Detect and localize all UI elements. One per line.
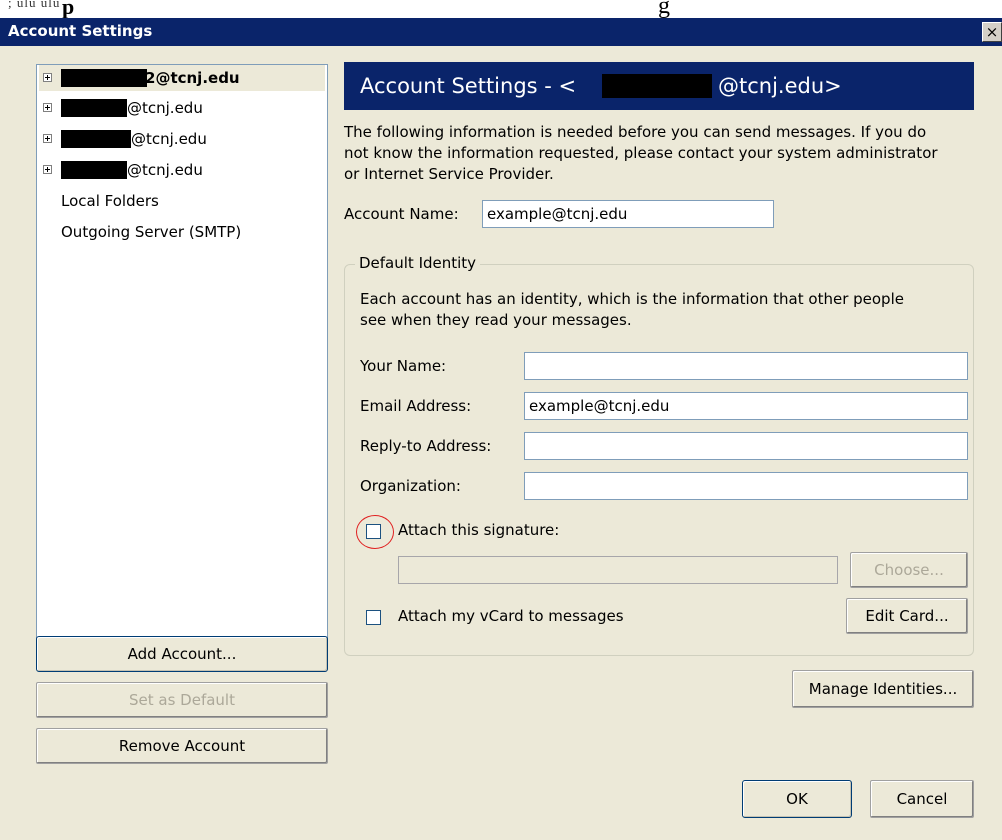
document-text-fragment: ; ulu ulu	[8, 0, 61, 10]
add-account-label: Add Account...	[127, 645, 237, 663]
expand-icon[interactable]	[43, 134, 52, 143]
signature-path-field[interactable]	[398, 556, 838, 584]
attach-signature-label: Attach this signature:	[398, 521, 560, 539]
manage-identities-button[interactable]: Manage Identities...	[792, 670, 974, 708]
redaction-bar	[61, 130, 131, 148]
tree-item-label: Outgoing Server (SMTP)	[61, 223, 242, 241]
redaction-bar	[61, 69, 147, 87]
account-name: @tcnj.edu	[127, 161, 203, 179]
remove-account-button[interactable]: Remove Account	[36, 728, 328, 764]
title-bar: Account Settings ×	[0, 18, 1002, 46]
account-name: @tcnj.edu	[131, 130, 207, 148]
tree-item-label: Local Folders	[61, 192, 159, 210]
account-name-label: Account Name:	[344, 205, 459, 223]
account-name: 2@tcnj.edu	[145, 69, 240, 87]
document-text-fragment: g	[658, 0, 670, 18]
panel-header: Account Settings - < @tcnj.edu>	[344, 62, 974, 110]
email-address-label: Email Address:	[360, 397, 472, 415]
info-text-line: The following information is needed befo…	[344, 123, 927, 141]
panel-header-prefix: Account Settings - <	[360, 74, 577, 98]
expand-icon[interactable]	[43, 73, 52, 82]
background-document-fragment: ; ulu ulu p g	[0, 0, 1002, 18]
panel-header-suffix: @tcnj.edu>	[718, 74, 842, 98]
document-text-fragment: p	[62, 0, 75, 18]
info-text-line: not know the information requested, plea…	[344, 144, 938, 162]
choose-button-label: Choose...	[874, 561, 944, 579]
redaction-bar	[61, 161, 127, 179]
redaction-bar	[602, 74, 712, 98]
window-title: Account Settings	[8, 22, 153, 40]
cancel-label: Cancel	[896, 790, 948, 808]
set-default-button[interactable]: Set as Default	[36, 682, 328, 718]
expand-icon[interactable]	[43, 165, 52, 174]
redaction-bar	[61, 99, 127, 117]
edit-card-button[interactable]: Edit Card...	[846, 598, 968, 634]
ok-button[interactable]: OK	[742, 780, 852, 818]
account-item-1[interactable]: 2@tcnj.edu	[39, 65, 325, 91]
reply-to-field[interactable]	[524, 432, 968, 460]
ok-label: OK	[786, 790, 808, 808]
choose-signature-button[interactable]: Choose...	[850, 552, 968, 588]
close-button[interactable]: ×	[982, 22, 1002, 42]
account-name: @tcnj.edu	[127, 99, 203, 117]
info-text-line: or Internet Service Provider.	[344, 165, 554, 183]
account-settings-dialog: Account Settings × 2@tcnj.edu @tcnj.edu …	[0, 18, 1002, 840]
attach-vcard-checkbox[interactable]	[366, 610, 381, 625]
cancel-button[interactable]: Cancel	[870, 780, 974, 818]
tree-item-outgoing-server[interactable]: Outgoing Server (SMTP)	[61, 219, 241, 245]
attach-signature-checkbox[interactable]	[366, 524, 381, 539]
your-name-field[interactable]	[524, 352, 968, 380]
organization-field[interactable]	[524, 472, 968, 500]
add-account-button[interactable]: Add Account...	[36, 636, 328, 672]
edit-card-label: Edit Card...	[865, 607, 949, 625]
expand-icon[interactable]	[43, 103, 52, 112]
identity-description-line: Each account has an identity, which is t…	[360, 290, 904, 308]
organization-label: Organization:	[360, 477, 461, 495]
account-tree[interactable]: 2@tcnj.edu @tcnj.edu @tcnj.edu @tcnj.edu…	[36, 64, 328, 644]
attach-vcard-label: Attach my vCard to messages	[398, 607, 624, 625]
email-address-field[interactable]	[524, 392, 968, 420]
identity-description-line: see when they read your messages.	[360, 311, 632, 329]
tree-item-local-folders[interactable]: Local Folders	[61, 188, 159, 214]
manage-identities-label: Manage Identities...	[808, 680, 958, 698]
account-name-field[interactable]	[482, 200, 774, 228]
group-legend: Default Identity	[355, 254, 481, 272]
reply-to-label: Reply-to Address:	[360, 437, 492, 455]
set-default-label: Set as Default	[129, 691, 235, 709]
your-name-label: Your Name:	[360, 357, 447, 375]
remove-account-label: Remove Account	[118, 737, 246, 755]
